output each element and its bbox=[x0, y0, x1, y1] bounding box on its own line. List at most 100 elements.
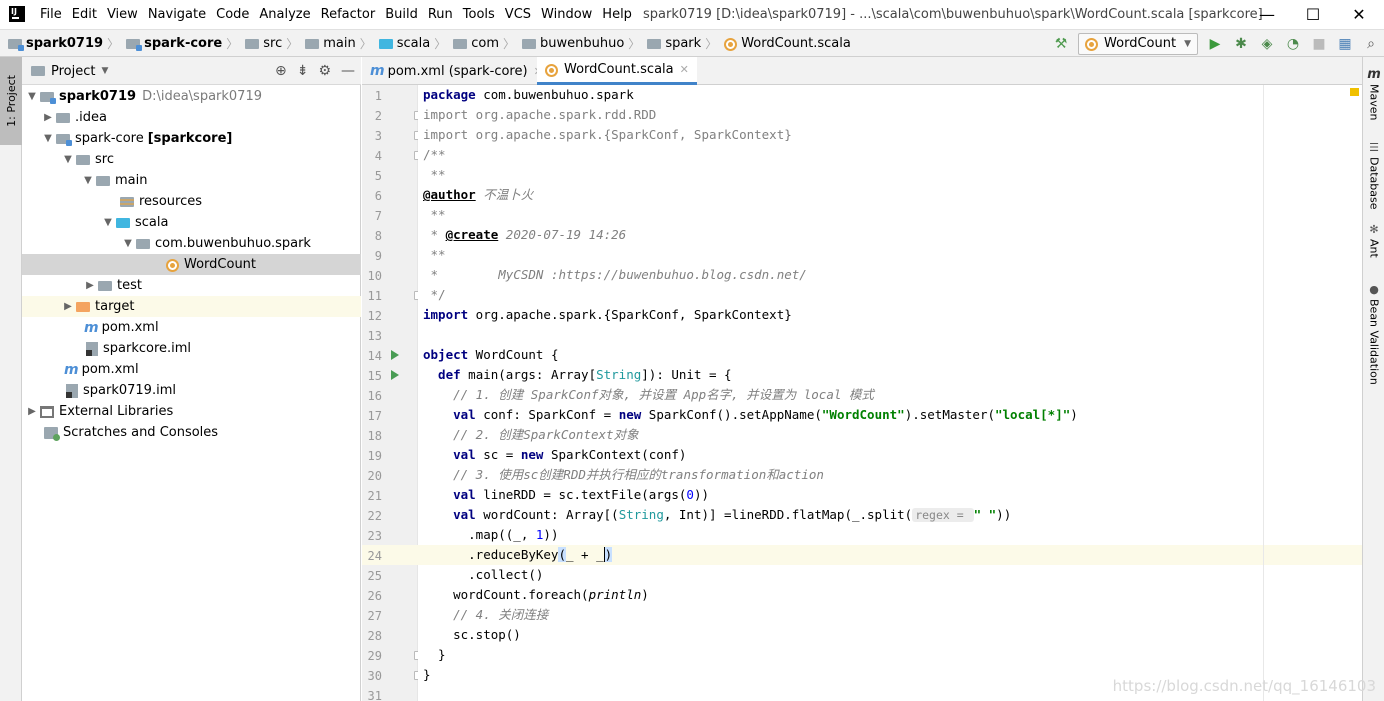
close-icon[interactable]: ✕ bbox=[680, 63, 689, 76]
tree-item-pom-root[interactable]: m pom.xml bbox=[22, 359, 361, 380]
line-number: 21 bbox=[367, 489, 382, 503]
tree-item-pom-core[interactable]: m pom.xml bbox=[22, 317, 361, 338]
folder-icon bbox=[76, 154, 90, 165]
breadcrumb-spark-core[interactable]: spark-core bbox=[126, 36, 222, 51]
menu-help[interactable]: Help bbox=[602, 7, 632, 22]
tool-window-bean-validation[interactable]: ● Bean Validation bbox=[1363, 283, 1384, 385]
run-icon[interactable]: ▶ bbox=[1202, 32, 1228, 56]
tree-item-test[interactable]: ▶ test bbox=[22, 275, 361, 296]
tree-item-target[interactable]: ▶ target bbox=[22, 296, 361, 317]
close-button[interactable]: ✕ bbox=[1336, 0, 1382, 29]
editor-gutter[interactable]: 1 2 3 4 5 6 7 8 9 10 11 12 13 14 15 16 17 18 19 20 21 22 23 24 2… bbox=[362, 85, 422, 701]
tree-item-spark-core[interactable]: ▼ spark-core [sparkcore] bbox=[22, 128, 361, 149]
menu-refactor[interactable]: Refactor bbox=[321, 7, 376, 22]
editor-tab-bar: m pom.xml (spark-core) ✕ WordCount.scala… bbox=[362, 57, 1362, 85]
menu-vcs[interactable]: VCS bbox=[505, 7, 531, 22]
project-view-selector[interactable]: Project ▼ bbox=[31, 57, 108, 85]
menu-analyze[interactable]: Analyze bbox=[259, 7, 310, 22]
menu-code[interactable]: Code bbox=[216, 7, 249, 22]
breadcrumb-spark0719[interactable]: spark0719 bbox=[8, 36, 103, 51]
tree-item-package[interactable]: ▼ com.buwenbuhuo.spark bbox=[22, 233, 361, 254]
breadcrumb-scala[interactable]: scala bbox=[378, 36, 430, 51]
breadcrumb-spark[interactable]: spark bbox=[647, 36, 701, 51]
folder-icon bbox=[56, 112, 70, 123]
search-everywhere-icon[interactable]: ⌕ bbox=[1358, 32, 1384, 56]
module-folder-icon bbox=[126, 38, 143, 51]
collapse-icon[interactable]: ⇟ bbox=[297, 63, 309, 79]
breadcrumb-buwenbuhuo[interactable]: buwenbuhuo bbox=[522, 36, 624, 51]
tree-item-spark0719[interactable]: ▼ spark0719 D:\idea\spark0719 bbox=[22, 86, 361, 107]
build-hammer-icon[interactable]: ⚒ bbox=[1048, 32, 1074, 56]
code-line: ** bbox=[423, 167, 446, 182]
source-folder-icon bbox=[378, 38, 393, 49]
line-number: 16 bbox=[367, 389, 382, 403]
coverage-icon[interactable]: ◈ bbox=[1254, 32, 1280, 56]
code-line: val lineRDD = sc.textFile(args(0)) bbox=[423, 487, 709, 502]
line-number: 1 bbox=[374, 89, 382, 103]
tool-window-maven[interactable]: m Maven bbox=[1363, 67, 1384, 120]
chevron-down-icon: ▼ bbox=[124, 238, 132, 249]
chevron-right-icon: ▶ bbox=[64, 301, 72, 312]
menu-build[interactable]: Build bbox=[385, 7, 418, 22]
tab-pom-xml[interactable]: m pom.xml (spark-core) ✕ bbox=[362, 57, 551, 85]
line-number: 2 bbox=[374, 109, 382, 123]
run-configuration-select[interactable]: WordCount ▼ bbox=[1078, 32, 1198, 55]
parameter-hint: regex = bbox=[912, 508, 974, 522]
tree-item-spark0719-iml[interactable]: spark0719.iml bbox=[22, 380, 361, 401]
module-folder-icon bbox=[40, 91, 56, 104]
menu-edit[interactable]: Edit bbox=[72, 7, 97, 22]
line-number: 28 bbox=[367, 629, 382, 643]
breadcrumb-main[interactable]: main bbox=[305, 36, 356, 51]
breadcrumb: spark0719 〉 spark-core 〉 src 〉 main 〉 scala 〉… bbox=[8, 30, 851, 57]
maximize-button[interactable]: ☐ bbox=[1290, 0, 1336, 29]
tree-item-external-libraries[interactable]: ▶ External Libraries bbox=[22, 401, 361, 422]
minus-icon[interactable]: — bbox=[341, 63, 355, 79]
line-number: 7 bbox=[374, 209, 382, 223]
window-title: spark0719 [D:\idea\spark0719] - ...\scal… bbox=[643, 7, 1263, 22]
tool-window-database[interactable]: ☰ Database bbox=[1363, 141, 1384, 210]
chevron-right-icon: 〉 bbox=[434, 37, 447, 51]
warning-marker-icon[interactable] bbox=[1350, 88, 1359, 96]
tree-item-idea[interactable]: ▶ .idea bbox=[22, 107, 361, 128]
tree-item-sparkcore-iml[interactable]: sparkcore.iml bbox=[22, 338, 361, 359]
line-number: 25 bbox=[367, 569, 382, 583]
project-structure-icon[interactable]: ▦ bbox=[1332, 32, 1358, 56]
tree-item-scala[interactable]: ▼ scala bbox=[22, 212, 361, 233]
menu-tools[interactable]: Tools bbox=[463, 7, 495, 22]
tree-item-resources[interactable]: resources bbox=[22, 191, 361, 212]
folder-icon bbox=[31, 66, 45, 76]
tool-window-ant[interactable]: ✻ Ant bbox=[1363, 223, 1384, 258]
breadcrumb-com[interactable]: com bbox=[453, 36, 499, 51]
menu-window[interactable]: Window bbox=[541, 7, 592, 22]
breadcrumb-src[interactable]: src bbox=[245, 36, 282, 51]
tree-item-scratches[interactable]: Scratches and Consoles bbox=[22, 422, 361, 443]
debug-icon[interactable]: ✱ bbox=[1228, 32, 1254, 56]
line-number: 27 bbox=[367, 609, 382, 623]
menu-file[interactable]: File bbox=[40, 7, 62, 22]
run-icon[interactable] bbox=[391, 370, 399, 380]
breadcrumb-wordcount-file[interactable]: WordCount.scala bbox=[724, 36, 851, 51]
tree-item-src[interactable]: ▼ src bbox=[22, 149, 361, 170]
watermark: https://blog.csdn.net/qq_16146103 bbox=[1112, 677, 1376, 695]
chevron-down-icon: ▼ bbox=[104, 217, 112, 228]
menu-navigate[interactable]: Navigate bbox=[148, 7, 206, 22]
tool-window-project-tab[interactable]: 1: Project bbox=[0, 57, 22, 145]
chevron-right-icon: 〉 bbox=[286, 37, 299, 51]
tree-item-wordcount[interactable]: WordCount bbox=[22, 254, 361, 275]
menu-view[interactable]: View bbox=[107, 7, 138, 22]
tree-item-main[interactable]: ▼ main bbox=[22, 170, 361, 191]
line-number: 10 bbox=[367, 269, 382, 283]
run-icon[interactable] bbox=[391, 350, 399, 360]
folder-icon bbox=[453, 38, 468, 49]
tab-wordcount-scala[interactable]: WordCount.scala ✕ bbox=[537, 57, 697, 85]
gear-icon[interactable]: ⚙ bbox=[318, 63, 331, 79]
menu-run[interactable]: Run bbox=[428, 7, 453, 22]
stop-icon[interactable]: ■ bbox=[1306, 32, 1332, 56]
line-number: 18 bbox=[367, 429, 382, 443]
chevron-right-icon: ▶ bbox=[86, 280, 94, 291]
crosshair-icon[interactable]: ⊕ bbox=[275, 63, 287, 79]
chevron-down-icon: ▼ bbox=[1184, 38, 1191, 49]
minimize-button[interactable]: — bbox=[1244, 0, 1290, 29]
profile-icon[interactable]: ◔ bbox=[1280, 32, 1306, 56]
code-editor[interactable]: package com.buwenbuhuo.spark import org.… bbox=[418, 85, 1362, 701]
